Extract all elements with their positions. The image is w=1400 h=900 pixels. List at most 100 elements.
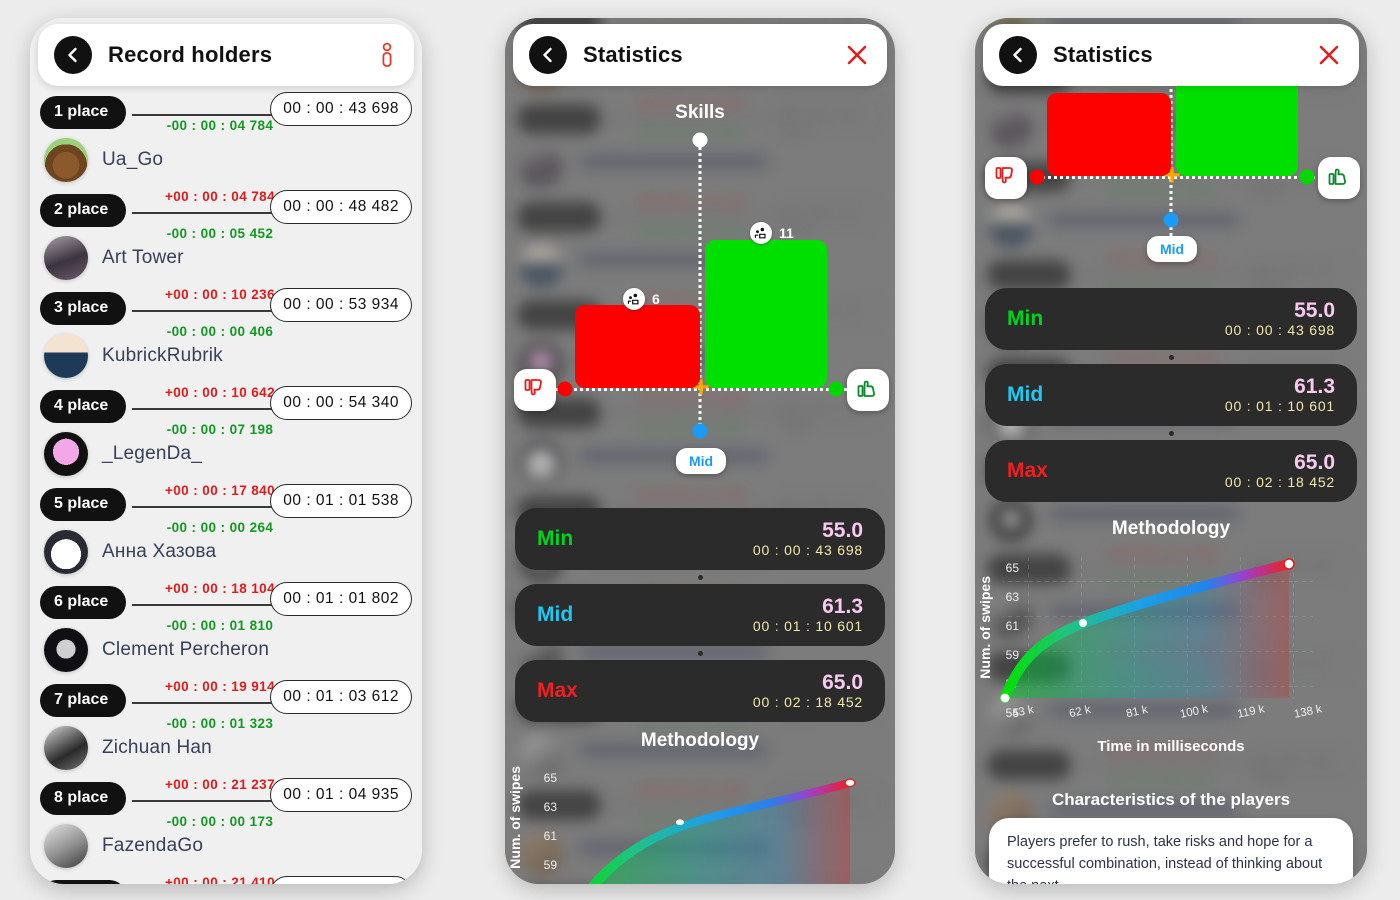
back-button[interactable] — [529, 36, 567, 74]
dislike-button[interactable] — [514, 369, 556, 411]
dislike-button[interactable] — [985, 157, 1027, 199]
mid-marker-chip[interactable]: Mid — [1146, 236, 1198, 262]
skills-chart-title: Skills — [675, 102, 725, 123]
delta-slower: +00 : 00 : 21 410 — [160, 874, 279, 884]
close-button[interactable] — [1315, 41, 1343, 69]
chevron-left-icon — [538, 45, 558, 65]
methodology-curve-p2 — [588, 778, 856, 884]
people-group-icon — [750, 222, 772, 244]
record-time: 00 : 00 : 48 482 — [270, 190, 412, 224]
bar-dislike[interactable] — [1047, 93, 1171, 176]
page-title: Statistics — [1053, 42, 1153, 67]
stat-card-label: Max — [537, 679, 578, 702]
thumbs-up-icon — [1327, 164, 1351, 193]
stat-card-mid[interactable]: Mid 61.3 00 : 01 : 10 601 — [515, 584, 885, 646]
record-row[interactable]: 8 place +00 : 00 : 21 237 -00 : 00 : 00 17… — [40, 776, 412, 874]
skills-chart[interactable]: + 6 11 Mid — [505, 128, 895, 474]
close-button[interactable] — [843, 41, 871, 69]
characteristics-text-box: Players prefer to rush, take risks and h… — [989, 818, 1353, 884]
player-entry[interactable]: Анна Хазова — [44, 530, 216, 574]
record-holders-list[interactable]: 1 place -00 : 00 : 04 784 00 : 00 : 43 698… — [30, 90, 422, 884]
record-row[interactable]: 5 place +00 : 00 : 17 840 -00 : 00 : 00 26… — [40, 482, 412, 580]
dot-max-positive — [828, 381, 844, 397]
badge-dislike-value: 6 — [652, 291, 660, 307]
thumbs-up-icon — [856, 376, 880, 405]
stat-card-max[interactable]: Max 65.0 00 : 02 : 18 452 — [515, 660, 885, 722]
record-row[interactable]: 6 place +00 : 00 : 18 104 -00 : 00 : 01 81… — [40, 580, 412, 678]
place-badge: 7 place — [40, 684, 127, 717]
player-entry[interactable]: Zichuan Han — [44, 726, 212, 770]
avatar — [44, 138, 88, 182]
badge-like-count: 11 — [750, 222, 794, 244]
player-entry[interactable]: _LegenDa_ — [44, 432, 202, 476]
record-row[interactable]: 4 place +00 : 00 : 10 642 -00 : 00 : 07 19… — [40, 384, 412, 482]
record-row[interactable]: 7 place +00 : 00 : 19 914 -00 : 00 : 01 32… — [40, 678, 412, 776]
people-group-icon — [623, 288, 645, 310]
close-icon — [1315, 41, 1343, 69]
record-time: 00 : 01 : 01 802 — [270, 582, 412, 616]
place-badge: 4 place — [40, 390, 127, 423]
methodology-chart-p2[interactable]: Num. of swipes 6563615957 — [505, 758, 895, 884]
stat-card-time: 00 : 02 : 18 452 — [752, 693, 863, 710]
stat-card-max[interactable]: Max 65.0 00 : 02 : 18 452 — [985, 440, 1357, 502]
stat-card-time: 00 : 01 : 10 601 — [1224, 397, 1335, 414]
place-badge: 8 place — [40, 782, 127, 815]
stat-card-label: Mid — [537, 603, 574, 626]
record-holders-panel: Record holders 1 place -00 : 00 : 04 784 0… — [30, 18, 422, 884]
profile-button[interactable] — [376, 41, 398, 69]
badge-dislike-count: 6 — [623, 288, 660, 310]
card-separator-dot — [515, 570, 885, 584]
player-entry[interactable]: Art Tower — [44, 236, 184, 280]
avatar — [44, 432, 88, 476]
card-separator-dot — [515, 646, 885, 660]
delta-slower: +00 : 00 : 17 840 — [160, 482, 279, 499]
skills-chart[interactable]: + Mid — [975, 58, 1367, 288]
record-row[interactable]: 3 place +00 : 00 : 10 236 -00 : 00 : 00 40… — [40, 286, 412, 384]
back-button[interactable] — [999, 36, 1037, 74]
dot-mid — [1163, 212, 1179, 228]
methodology-title-p3: Methodology — [1111, 518, 1231, 539]
like-button[interactable] — [1318, 157, 1360, 199]
player-entry[interactable]: FazendaGo — [44, 824, 203, 868]
player-name: FazendaGo — [102, 835, 204, 856]
record-row[interactable]: 2 place +00 : 00 : 04 784 -00 : 00 : 05 45… — [40, 188, 412, 286]
stat-card-label: Min — [1007, 307, 1044, 330]
back-button[interactable] — [54, 36, 92, 74]
methodology-xlabel-p3: Time in milliseconds — [1097, 738, 1245, 755]
statistics-panel-scrolled-bottom: +00:00:10 100-00:00:00 20000:00:10 300+0… — [975, 18, 1367, 884]
record-row[interactable]: 9 place +00 : 00 : 21 41000 : 01 : 05 108 — [40, 874, 412, 884]
methodology-title-p2: Methodology — [640, 730, 760, 751]
record-time: 00 : 01 : 01 538 — [270, 484, 412, 518]
bar-dislike[interactable] — [575, 305, 700, 388]
bar-like[interactable] — [705, 240, 827, 388]
stat-card-mid[interactable]: Mid 61.3 00 : 01 : 10 601 — [985, 364, 1357, 426]
avatar — [44, 530, 88, 574]
methodology-chart-p3[interactable]: Num. of swipes 656361595755 43 k62 k81 k… — [975, 546, 1367, 766]
dot-mid — [692, 423, 708, 439]
stat-card-value: 61.3 — [1294, 375, 1335, 399]
record-time: 00 : 01 : 04 935 — [270, 778, 412, 812]
record-time: 00 : 01 : 05 108 — [270, 876, 412, 884]
player-entry[interactable]: KubrickRubrik — [44, 334, 223, 378]
record-time: 00 : 01 : 03 612 — [270, 680, 412, 714]
stat-card-min[interactable]: Min 55.0 00 : 00 : 43 698 — [515, 508, 885, 570]
player-name: _LegenDa_ — [102, 443, 203, 464]
thumbs-down-icon — [994, 164, 1018, 193]
card-separator-dot — [985, 426, 1357, 440]
dot-max-positive — [1299, 169, 1315, 185]
stat-card-value: 55.0 — [822, 519, 863, 543]
like-button[interactable] — [847, 369, 889, 411]
avatar — [44, 334, 88, 378]
screenshot-root: Record holders 1 place -00 : 00 : 04 784 0… — [0, 0, 1400, 900]
page-title: Record holders — [108, 42, 273, 67]
delta-slower: +00 : 00 : 10 642 — [160, 384, 279, 401]
record-time: 00 : 00 : 53 934 — [270, 288, 412, 322]
player-entry[interactable]: Clement Percheron — [44, 628, 269, 672]
mid-marker-chip[interactable]: Mid — [675, 448, 727, 474]
record-row[interactable]: 1 place -00 : 00 : 04 784 00 : 00 : 43 698… — [40, 90, 412, 188]
place-badge: 5 place — [40, 488, 127, 521]
stats-summary-cards-p2: Min 55.0 00 : 00 : 43 698 Mid 61.3 00 : 01 : … — [515, 508, 885, 722]
delta-slower: +00 : 00 : 21 237 — [160, 776, 279, 793]
player-entry[interactable]: Ua_Go — [44, 138, 163, 182]
stat-card-min[interactable]: Min 55.0 00 : 00 : 43 698 — [985, 288, 1357, 350]
